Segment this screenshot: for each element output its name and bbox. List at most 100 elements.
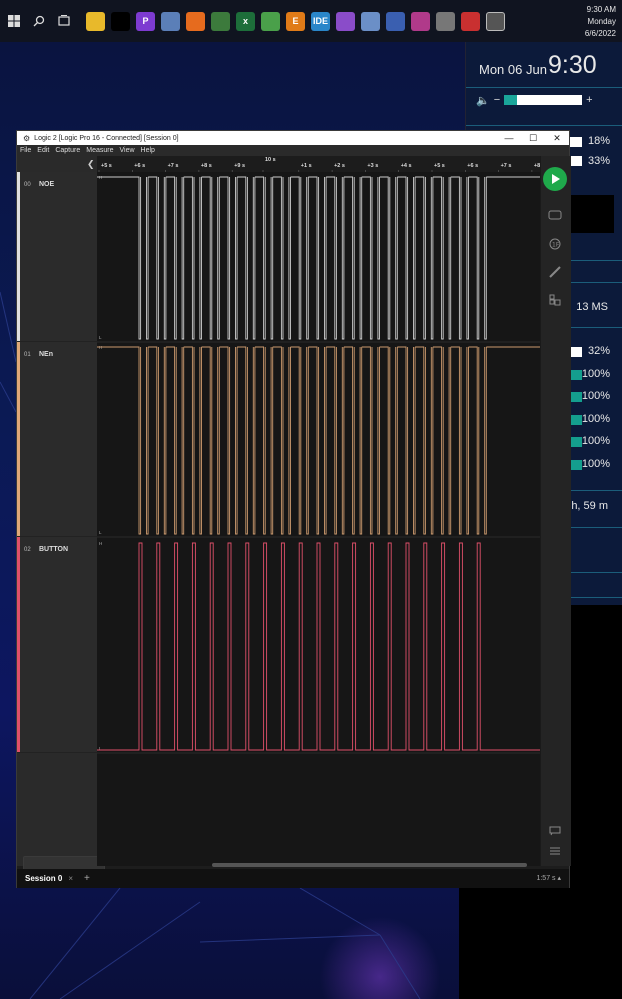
hamburger-menu-icon[interactable] [548, 846, 562, 860]
time-tick-label: +6 s [134, 163, 145, 169]
taskbar-clock[interactable]: 9:30 AM Monday 6/6/2022 [585, 4, 616, 40]
image-editor-icon[interactable] [261, 11, 280, 31]
monitor-icon[interactable] [386, 11, 405, 31]
disk-usage-bar [570, 369, 582, 380]
menu-capture[interactable]: Capture [55, 147, 80, 154]
window-titlebar[interactable]: ⚙ Logic 2 [Logic Pro 16 - Connected] [Se… [17, 131, 569, 145]
capture-duration[interactable]: 1:57 s ▴ [536, 874, 561, 882]
waveform-area[interactable]: +5 s +6 s +7 s +8 s +9 s 10 s +1 s +2 s +3 s +4 s… [97, 156, 540, 866]
tab-session-0[interactable]: Session 0 × [17, 869, 82, 888]
waveform-svg[interactable]: +5 s +6 s +7 s +8 s +9 s 10 s +1 s +2 s +3 s +4 s… [97, 156, 540, 866]
analyzer-icon[interactable]: 1F [548, 238, 562, 252]
time-tick-label: +7 s [501, 163, 512, 169]
start-capture-button[interactable] [543, 167, 567, 191]
clock-day: Monday [587, 17, 616, 26]
github-icon[interactable] [336, 11, 355, 31]
printer-icon[interactable] [436, 11, 455, 31]
waveform-button[interactable] [97, 542, 540, 751]
extensions-icon[interactable] [548, 294, 562, 308]
measure-ruler-icon[interactable] [548, 266, 562, 280]
pikapi-icon[interactable]: P [136, 11, 155, 31]
device-icon[interactable] [548, 210, 562, 224]
maximize-button[interactable]: ☐ [521, 131, 545, 145]
disk-usage-bar [570, 414, 582, 425]
waveform-nen[interactable] [97, 346, 540, 535]
minimize-button[interactable]: — [497, 131, 521, 145]
time-tick-label: +1 s [301, 163, 312, 169]
ide-icon[interactable]: IDE [311, 11, 330, 31]
firefox-icon[interactable] [186, 11, 205, 31]
task-view-icon[interactable] [53, 10, 75, 32]
widget-divider [466, 87, 622, 88]
network-latency: 13 MS [576, 301, 608, 313]
taskbar: Px E IDE 9:30 AM Monday 6/6/2022 [0, 0, 622, 42]
circuit-icon[interactable] [211, 11, 230, 31]
channel-row-nen[interactable]: 01 NEn [17, 342, 97, 537]
waveform-noe[interactable] [97, 176, 540, 340]
time-tick-label: 10 s [265, 157, 276, 163]
menu-bar: File Edit Capture Measure View Help [17, 145, 569, 156]
channel-number: 01 [24, 352, 31, 358]
channel-name: NOE [39, 181, 55, 188]
cpu-percent: 18% [587, 135, 610, 147]
channel-row-button[interactable]: 02 BUTTON [17, 537, 97, 753]
time-tick-label: +5 s [434, 163, 445, 169]
window-controls: — ☐ ✕ [497, 131, 569, 145]
tab-label: Session 0 [25, 874, 63, 883]
widget-date: Mon 06 Jun [479, 62, 547, 77]
channel-name: BUTTON [39, 546, 69, 553]
level-low-label: L [99, 335, 102, 340]
close-button[interactable]: ✕ [545, 131, 569, 145]
disk-usage-percent: 100% [581, 435, 610, 447]
menu-file[interactable]: File [20, 147, 31, 154]
excel-icon[interactable]: x [236, 11, 255, 31]
time-tick-label: +6 s [467, 163, 478, 169]
menu-measure[interactable]: Measure [86, 147, 113, 154]
time-tick-label: +8 s [201, 163, 212, 169]
clock-date: 6/6/2022 [584, 29, 616, 38]
menu-help[interactable]: Help [141, 147, 155, 154]
flag-icon[interactable] [411, 11, 430, 31]
channel-color-stripe [17, 537, 20, 752]
new-tab-button[interactable]: + [84, 873, 90, 884]
logic-analyzer-icon[interactable] [486, 11, 505, 31]
volume-down-button[interactable]: − [494, 94, 500, 106]
memory-percent: 33% [587, 155, 610, 167]
widget-divider [466, 125, 622, 126]
tab-close-icon[interactable]: × [68, 874, 73, 883]
window-title: Logic 2 [Logic Pro 16 - Connected] [Sess… [34, 134, 179, 142]
volume-control[interactable]: 🔈 − + [476, 93, 616, 107]
file-explorer-icon[interactable] [86, 11, 105, 31]
search-icon[interactable] [28, 10, 50, 32]
widget-time: 9:30 [548, 51, 597, 79]
blank-app-icon[interactable] [111, 11, 130, 31]
channel-row-noe[interactable]: 00 NOE [17, 172, 97, 342]
right-toolbar: 1F [540, 156, 571, 866]
horizontal-scrollbar[interactable] [212, 863, 527, 867]
clock-time: 9:30 AM [586, 5, 616, 14]
menu-view[interactable]: View [119, 147, 134, 154]
time-tick-label: +4 s [401, 163, 412, 169]
level-high-label: H [99, 541, 102, 546]
level-low-label: L [99, 530, 102, 535]
collapse-panel-icon[interactable]: ❮ [87, 159, 95, 170]
svg-text:1F: 1F [552, 242, 560, 249]
time-tick-label: +2 s [334, 163, 345, 169]
windows-start-icon[interactable] [3, 10, 25, 32]
document-icon[interactable] [161, 11, 180, 31]
disk-usage-percent: 100% [581, 412, 610, 425]
volume-up-button[interactable]: + [586, 94, 592, 106]
color-dots-icon[interactable] [461, 11, 480, 31]
time-tick-label: +5 s [101, 163, 112, 169]
volume-slider[interactable] [504, 95, 583, 105]
notepad-icon[interactable] [361, 11, 380, 31]
disk-usage-percent: 100% [581, 390, 610, 402]
memory-bar [570, 156, 582, 166]
eagle-icon[interactable]: E [286, 11, 305, 31]
speaker-icon[interactable]: 🔈 [476, 94, 490, 107]
channel-number: 02 [24, 547, 31, 553]
time-tick-label: +7 s [168, 163, 179, 169]
volume-level [504, 95, 517, 105]
feedback-icon[interactable] [548, 826, 562, 840]
menu-edit[interactable]: Edit [37, 147, 49, 154]
